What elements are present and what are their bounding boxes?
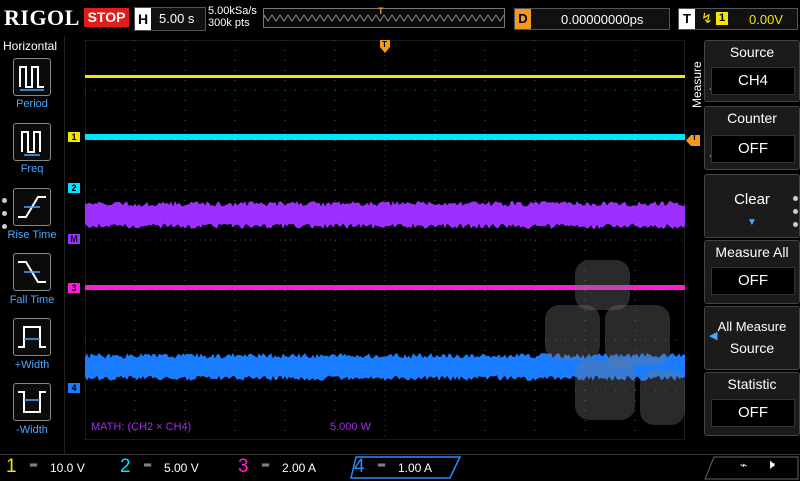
rise-time-icon [18,196,46,218]
memory-overview [263,8,505,28]
run-stop-status[interactable]: STOP [84,8,129,27]
freq-icon [21,131,41,156]
speaker-muted-icon[interactable]: 🕨 [766,456,775,473]
measure-all-value: OFF [711,267,795,295]
dc-coupling-icon: ═ [144,460,152,471]
trigger-level-marker[interactable]: T [686,133,700,146]
all-measure-value: Source [729,340,775,356]
ch1-scale: 10.0 V [50,461,85,475]
rising-edge-icon: ↯ [701,10,713,26]
ch2-trace [85,134,685,140]
ch3-status[interactable]: 3 ═ 2.00 A [238,456,348,478]
source-title: Source [729,44,775,60]
fall-time-label: Fall Time [9,294,55,306]
counter-value: OFF [711,135,795,163]
math-scale: 5.000 W [330,421,371,433]
horizontal-key: H [135,8,151,30]
clear-title: Clear [734,191,770,208]
rise-time-button[interactable] [13,188,51,226]
watermark-logo [545,260,705,440]
ch3-marker[interactable]: 3 [68,283,80,293]
source-value: CH4 [711,67,795,95]
math-label: MATH: (CH2 × CH4) [91,421,192,433]
ch2-number: 2 [120,456,131,477]
measure-tab[interactable]: Measure [688,44,704,114]
measure-all-button[interactable]: Measure All OFF [704,240,800,304]
minus-width-icon [18,391,46,413]
waveform-display[interactable]: T [85,40,685,440]
plus-width-label: +Width [14,359,50,371]
delay-value: 0.00000000ps [561,12,644,27]
right-page-dots [793,196,798,235]
timebase-value: 5.00 s [159,11,195,26]
memory-trigger-marker: T [378,6,384,16]
horizontal-measure-panel: Horizontal Period Freq Rise Time Fall Ti… [0,36,65,454]
ch2-marker[interactable]: 2 [68,183,80,193]
ch1-status[interactable]: 1 ═ 10.0 V [6,456,116,478]
fall-time-button[interactable] [13,253,51,291]
counter-title: Counter [727,110,777,126]
ch4-number: 4 [354,456,365,477]
freq-button[interactable] [13,123,51,161]
memory-depth: 300k pts [208,17,250,29]
measure-tab-label: Measure [690,61,704,108]
dc-coupling-icon: ═ [30,460,38,471]
plus-width-icon [18,326,46,348]
ch4-marker[interactable]: 4 [68,383,80,393]
ch1-marker[interactable]: 1 [68,132,80,142]
all-measure-source-button[interactable]: All Measure ◀ Source [704,306,800,370]
source-button[interactable]: Source ◀ CH4 [704,40,800,102]
period-icon [19,66,44,91]
delay-box[interactable]: D 0.00000000ps [514,8,670,30]
freq-label: Freq [20,163,44,175]
rise-time-label: Rise Time [7,229,57,241]
trigger-key: T [679,9,695,29]
clear-button[interactable]: Clear ▼ [704,174,800,238]
delay-key: D [515,9,531,29]
statistic-value: OFF [711,399,795,427]
ch3-scale: 2.00 A [282,461,317,475]
status-icons-frame [704,456,799,480]
math-trace [85,201,685,229]
ch4-status[interactable]: 4 ═ 1.00 A [350,456,464,479]
plus-width-button[interactable] [13,318,51,356]
dropdown-arrow-icon: ▼ [747,217,757,228]
minus-width-label: -Width [16,424,48,436]
counter-button[interactable]: Counter ◀ OFF [704,106,800,170]
measure-all-title: Measure All [715,244,789,260]
ch4-scale: 1.00 A [398,461,433,475]
fall-time-icon [18,261,46,283]
left-page-dots [2,198,8,237]
math-marker[interactable]: M [68,234,80,244]
trigger-position-marker[interactable]: T [380,40,390,54]
memory-overview-waveform [264,14,504,22]
dc-coupling-icon: ═ [378,460,386,471]
ch1-trace [85,75,685,78]
panel-title: Horizontal [3,39,58,53]
trigger-source: 1 [716,12,728,25]
usb-icon: ⌁ [740,458,748,472]
period-label: Period [16,98,48,110]
trigger-box[interactable]: T ↯ 1 0.00V [678,8,798,30]
ch1-number: 1 [6,456,17,477]
timebase-box[interactable]: H 5.00 s [134,7,206,31]
brand-logo: RIGOL [4,5,80,30]
top-status-bar: RIGOL STOP H 5.00 s 5.00kSa/s 300k pts T… [0,0,800,36]
dc-coupling-icon: ═ [262,460,270,471]
ch2-status[interactable]: 2 ═ 5.00 V [120,456,230,478]
acquisition-info: 5.00kSa/s 300k pts [208,5,257,29]
ch2-scale: 5.00 V [164,461,199,475]
statistic-title: Statistic [727,376,777,392]
ch3-number: 3 [238,456,249,477]
trigger-level: 0.00V [749,12,783,27]
minus-width-button[interactable] [13,383,51,421]
period-button[interactable] [13,58,51,96]
measure-menu: Source ◀ CH4 Counter ◀ OFF Clear ▼ Measu… [704,36,800,436]
statistic-button[interactable]: Statistic OFF [704,372,800,436]
channel-status-bar: 1 ═ 10.0 V 2 ═ 5.00 V 3 ═ 2.00 A 4 ═ 1.0… [0,454,800,481]
sample-rate: 5.00kSa/s [208,5,257,17]
all-measure-title: All Measure [717,319,787,334]
